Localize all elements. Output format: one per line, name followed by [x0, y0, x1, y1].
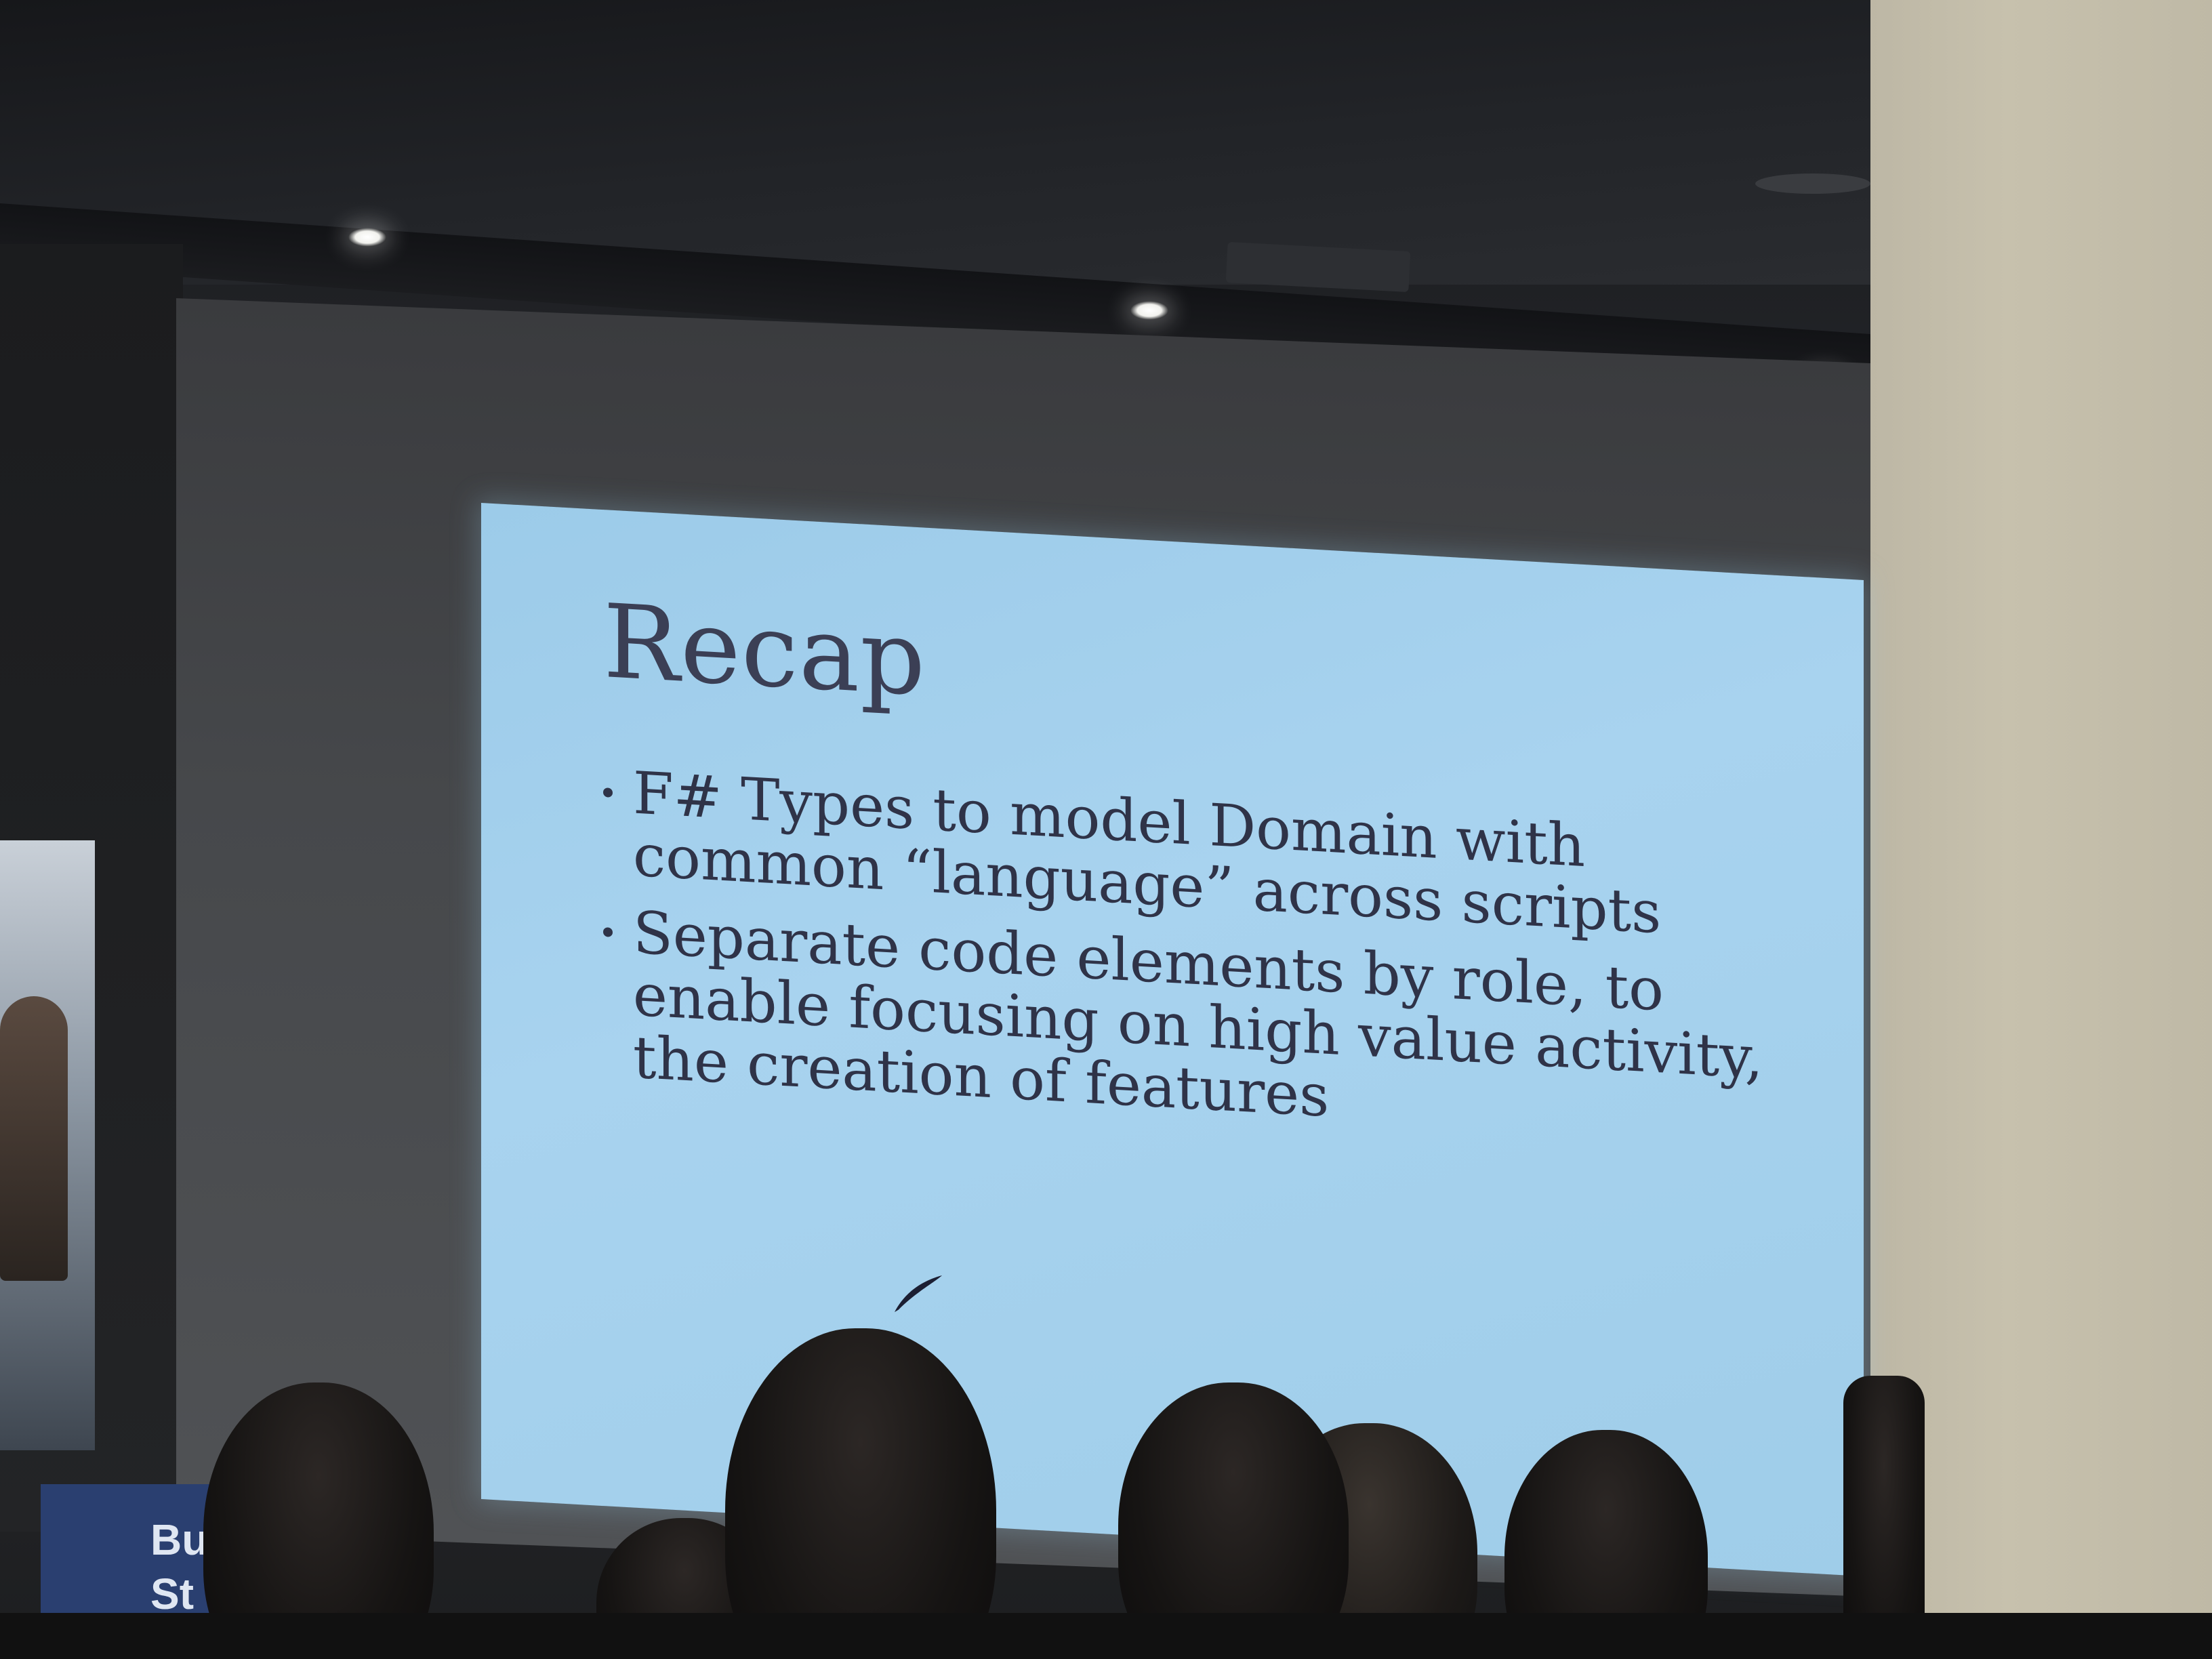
ceiling-light	[348, 228, 386, 247]
banner-person-image	[0, 996, 68, 1281]
ceiling-light	[1130, 301, 1168, 320]
bullet-dot-icon	[603, 787, 613, 798]
pen-cursor-icon	[895, 1275, 942, 1313]
sign-line: Bu	[150, 1515, 209, 1564]
bullet-dot-icon	[603, 927, 613, 937]
audience-head	[725, 1328, 996, 1659]
slide-bullet-list: F# Types to model Domain with common “la…	[603, 760, 1796, 1168]
event-sign-text: Bu St	[150, 1513, 208, 1621]
photo-scene: Recap F# Types to model Domain with comm…	[0, 0, 2212, 1659]
ceiling-fixture	[1755, 173, 1870, 194]
slide-title: Recap	[603, 583, 926, 719]
audience-shoulders	[0, 1613, 2212, 1659]
